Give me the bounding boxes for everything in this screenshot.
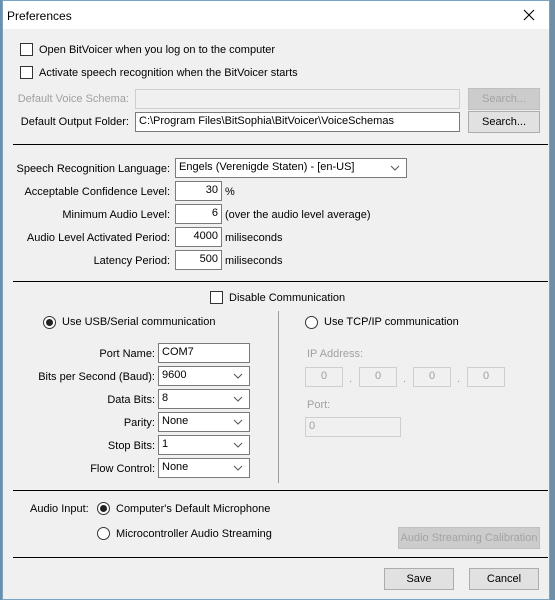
data-bits-select[interactable]: 8 <box>158 389 250 409</box>
default-output-folder-label: Default Output Folder: <box>20 116 129 128</box>
voice-schema-search-button[interactable]: Search... <box>468 88 540 110</box>
baud-label: Bits per Second (Baud): <box>38 371 155 383</box>
language-label: Speech Recognition Language: <box>16 163 170 175</box>
default-microphone-label: Computer's Default Microphone <box>116 503 271 515</box>
disable-communication-checkbox[interactable] <box>210 291 223 304</box>
latency-input[interactable]: 500 <box>175 250 222 270</box>
activate-recognition-checkbox[interactable] <box>20 66 33 79</box>
activate-recognition-label: Activate speech recognition when the Bit… <box>39 67 298 79</box>
port-name-label: Port Name: <box>99 348 155 360</box>
default-microphone-radio[interactable] <box>97 502 110 515</box>
port-input[interactable]: 0 <box>305 417 401 437</box>
ip-dot: . <box>349 373 353 385</box>
activated-period-unit: miliseconds <box>225 232 283 244</box>
close-icon <box>523 9 535 21</box>
ip-address-label: IP Address: <box>307 348 364 360</box>
baud-value: 9600 <box>162 369 187 381</box>
stop-bits-select[interactable]: 1 <box>158 435 250 455</box>
chevron-down-icon <box>390 165 400 171</box>
vertical-separator <box>278 311 279 483</box>
close-button[interactable] <box>509 1 549 29</box>
data-bits-label: Data Bits: <box>107 394 155 406</box>
open-on-logon-checkbox[interactable] <box>20 43 33 56</box>
audio-input-label: Audio Input: <box>30 503 89 515</box>
separator <box>13 281 548 282</box>
flow-control-label: Flow Control: <box>90 463 155 475</box>
confidence-unit: % <box>225 186 235 198</box>
flow-control-select[interactable]: None <box>158 458 250 478</box>
chevron-down-icon <box>233 396 243 402</box>
tcp-ip-radio[interactable] <box>305 316 318 329</box>
ip-octet-2-input[interactable]: 0 <box>359 367 397 387</box>
language-value: Engels (Verenigde Staten) - [en-US] <box>179 161 355 173</box>
usb-serial-label: Use USB/Serial communication <box>62 316 216 328</box>
data-bits-value: 8 <box>162 392 169 404</box>
microcontroller-streaming-radio[interactable] <box>97 527 110 540</box>
flow-control-value: None <box>162 461 189 473</box>
parity-select[interactable]: None <box>158 412 250 432</box>
chevron-down-icon <box>233 465 243 471</box>
save-button[interactable]: Save <box>384 568 454 590</box>
activated-period-input[interactable]: 4000 <box>175 227 222 247</box>
stop-bits-label: Stop Bits: <box>107 440 155 452</box>
ip-dot: . <box>457 373 461 385</box>
separator <box>13 557 548 558</box>
chevron-down-icon <box>233 419 243 425</box>
title-bar: Preferences <box>3 1 549 29</box>
open-on-logon-label: Open BitVoicer when you log on to the co… <box>39 44 276 56</box>
separator <box>13 490 548 491</box>
usb-serial-radio[interactable] <box>43 316 56 329</box>
tcp-ip-label: Use TCP/IP communication <box>324 316 459 328</box>
baud-select[interactable]: 9600 <box>158 366 250 386</box>
parity-value: None <box>162 415 189 427</box>
ip-dot: . <box>403 373 407 385</box>
separator <box>13 144 548 145</box>
min-audio-unit: (over the audio level average) <box>225 209 371 221</box>
cancel-button[interactable]: Cancel <box>469 568 539 590</box>
disable-communication-label: Disable Communication <box>229 292 346 304</box>
latency-unit: miliseconds <box>225 255 283 267</box>
parity-label: Parity: <box>123 417 155 429</box>
stop-bits-value: 1 <box>162 438 169 450</box>
confidence-label: Acceptable Confidence Level: <box>24 186 170 198</box>
min-audio-input[interactable]: 6 <box>175 204 222 224</box>
confidence-input[interactable]: 30 <box>175 181 222 201</box>
port-label: Port: <box>307 399 331 411</box>
preferences-window: Preferences Open BitVoicer when you log … <box>2 0 550 600</box>
default-voice-schema-label: Default Voice Schema: <box>17 93 129 105</box>
ip-octet-3-input[interactable]: 0 <box>413 367 451 387</box>
chevron-down-icon <box>233 373 243 379</box>
ip-octet-4-input[interactable]: 0 <box>467 367 505 387</box>
activated-period-label: Audio Level Activated Period: <box>26 232 170 244</box>
window-title: Preferences <box>7 9 72 23</box>
chevron-down-icon <box>233 442 243 448</box>
audio-streaming-calibration-button[interactable]: Audio Streaming Calibration <box>398 527 540 549</box>
latency-label: Latency Period: <box>93 255 170 267</box>
microcontroller-streaming-label: Microcontroller Audio Streaming <box>116 528 272 540</box>
default-voice-schema-input[interactable] <box>135 89 460 109</box>
output-folder-search-button[interactable]: Search... <box>468 111 540 133</box>
ip-octet-1-input[interactable]: 0 <box>305 367 343 387</box>
port-name-input[interactable]: COM7 <box>158 343 250 363</box>
min-audio-label: Minimum Audio Level: <box>62 209 170 221</box>
language-select[interactable]: Engels (Verenigde Staten) - [en-US] <box>175 158 407 178</box>
default-output-folder-input[interactable]: C:\Program Files\BitSophia\BitVoicer\Voi… <box>135 112 460 132</box>
